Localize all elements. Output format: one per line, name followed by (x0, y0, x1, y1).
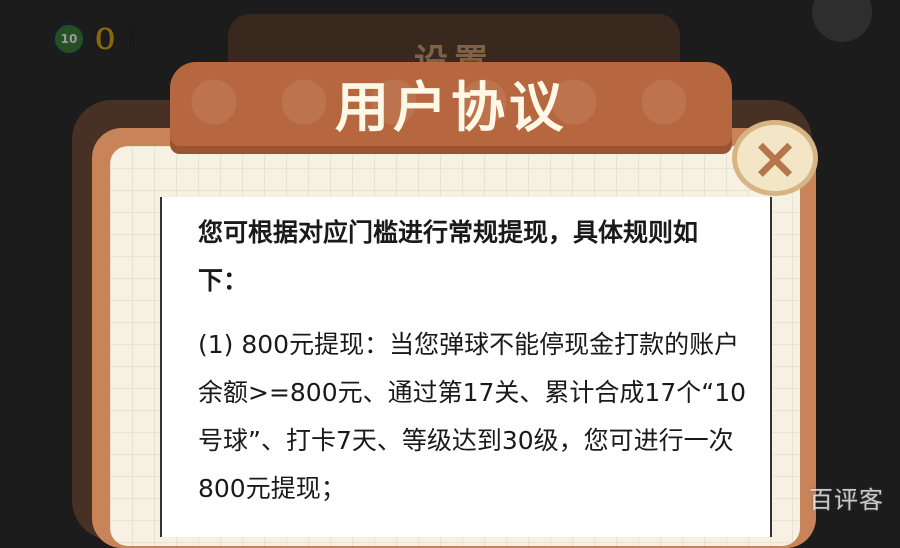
ball-count: 0个 (93, 20, 149, 58)
ball-icon: 10 (52, 22, 86, 56)
ball-counter: 10 0个 (52, 20, 149, 58)
close-button[interactable]: × (732, 120, 818, 196)
dialog-title: 用户协议 (335, 76, 567, 139)
agreement-rule-1: (1) 800元提现：当您弹球不能停现金打款的账户余额>=800元、通过第17关… (198, 330, 746, 503)
close-icon[interactable]: × (751, 129, 800, 187)
agreement-text-sheet[interactable]: 您可根据对应门槛进行常规提现，具体规则如下： (1) 800元提现：当您弹球不能… (160, 197, 772, 537)
gear-icon (812, 0, 872, 42)
watermark: 百评客 (809, 486, 884, 514)
agreement-title-banner: 用户协议 (170, 62, 732, 154)
agreement-intro: 您可根据对应门槛进行常规提现，具体规则如下： (198, 218, 699, 295)
